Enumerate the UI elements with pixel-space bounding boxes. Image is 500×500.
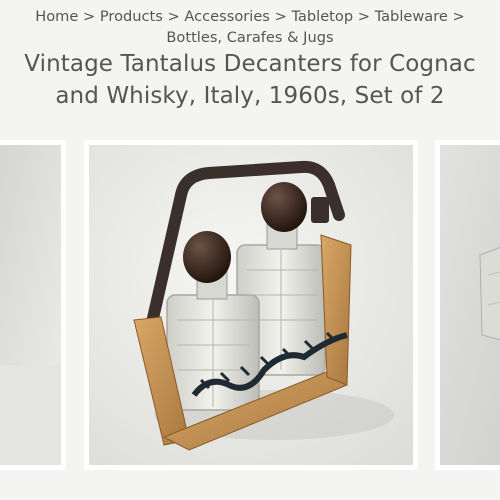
gallery-main-image[interactable] [84, 140, 418, 470]
gallery-next-image[interactable] [435, 140, 500, 470]
breadcrumb-home[interactable]: Home [35, 8, 78, 25]
breadcrumb-separator: > [82, 8, 100, 25]
breadcrumb-tableware[interactable]: Tableware [375, 8, 448, 25]
breadcrumb-accessories[interactable]: Accessories [184, 8, 270, 25]
breadcrumb-separator: > [167, 8, 185, 25]
breadcrumb-products[interactable]: Products [100, 8, 163, 25]
product-title: Vintage Tantalus Decanters for Cognac an… [0, 48, 500, 112]
breadcrumb-separator: > [357, 8, 375, 25]
breadcrumb-separator: > [452, 8, 465, 25]
product-title-line-2: and Whisky, Italy, 1960s, Set of 2 [55, 83, 445, 109]
breadcrumb-tabletop[interactable]: Tabletop [291, 8, 353, 25]
gallery-previous-image[interactable] [0, 140, 66, 470]
breadcrumb: Home > Products > Accessories > Tabletop… [0, 6, 500, 48]
decanter-photo [89, 145, 413, 465]
image-gallery[interactable] [0, 140, 500, 470]
breadcrumb-separator: > [274, 8, 292, 25]
breadcrumb-bottles-carafes-jugs[interactable]: Bottles, Carafes & Jugs [166, 29, 333, 46]
product-title-line-1: Vintage Tantalus Decanters for Cognac [24, 51, 476, 77]
